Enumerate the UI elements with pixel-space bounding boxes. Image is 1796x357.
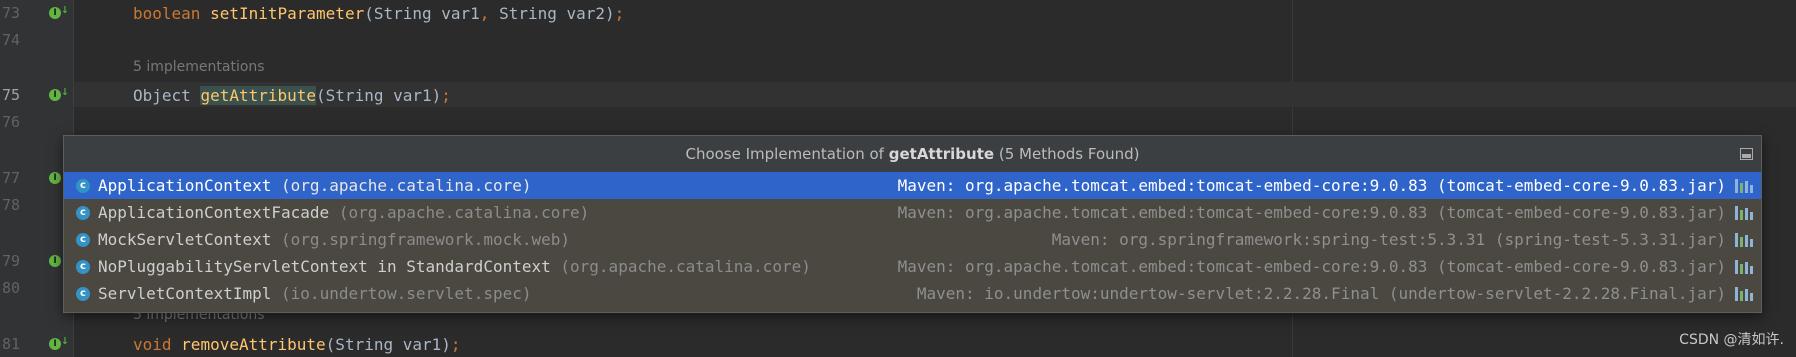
class-icon: c	[76, 260, 90, 274]
class-name: NoPluggabilityServletContext in Standard…	[98, 253, 811, 280]
line-number: 81	[1, 335, 20, 353]
package-label: (org.springframework.mock.web)	[281, 230, 571, 249]
class-name: ApplicationContext (org.apache.catalina.…	[98, 172, 531, 199]
package-label: (org.apache.catalina.core)	[338, 203, 590, 222]
class-label: MockServletContext	[98, 230, 272, 249]
class-label: ApplicationContextFacade	[98, 203, 330, 222]
implementation-row[interactable]: c NoPluggabilityServletContext in Standa…	[64, 253, 1761, 280]
class-label: ServletContextImpl	[98, 284, 272, 303]
library-icon	[1735, 206, 1753, 220]
popup-header: Choose Implementation of getAttribute (5…	[64, 136, 1761, 172]
class-icon: c	[76, 179, 90, 193]
line-number: 80	[1, 279, 20, 297]
class-name: MockServletContext (org.springframework.…	[98, 226, 570, 253]
library-location: Maven: org.apache.tomcat.embed:tomcat-em…	[897, 176, 1726, 195]
class-icon: c	[76, 233, 90, 247]
line-number: 76	[1, 113, 20, 131]
class-name: ServletContextImpl (io.undertow.servlet.…	[98, 280, 531, 307]
params: (String var1)	[325, 335, 451, 354]
go-to-implementation-arrow-icon[interactable]: ↓	[61, 84, 69, 99]
package-label: (org.apache.catalina.core)	[281, 176, 532, 195]
library-location: Maven: io.undertow:undertow-servlet:2.2.…	[916, 284, 1726, 303]
watermark: CSDN @清如许.	[1679, 332, 1784, 348]
implementation-row[interactable]: c MockServletContext (org.springframewor…	[64, 226, 1761, 253]
library-icon	[1735, 260, 1753, 274]
implementation-row[interactable]: c ServletContextImpl (io.undertow.servle…	[64, 280, 1761, 307]
code-line-73[interactable]: boolean setInitParameter(String var1, St…	[133, 4, 624, 23]
method-name: getAttribute	[200, 86, 317, 105]
library-icon	[1735, 233, 1753, 247]
library-icon	[1735, 179, 1753, 193]
line-number: 79	[1, 252, 20, 270]
comma: ,	[479, 4, 490, 23]
implementations-hint[interactable]: 5 implementations	[133, 59, 265, 75]
library-location: Maven: org.springframework:spring-test:5…	[1051, 230, 1726, 249]
implemented-method-icon[interactable]: I	[49, 255, 61, 267]
params: (String var1)	[316, 86, 442, 105]
library-location: Maven: org.apache.tomcat.embed:tomcat-em…	[897, 257, 1726, 276]
go-to-implementation-arrow-icon[interactable]: ↓	[61, 333, 69, 348]
choose-implementation-popup: Choose Implementation of getAttribute (5…	[63, 135, 1762, 313]
implementation-row[interactable]: c ApplicationContextFacade (org.apache.c…	[64, 199, 1761, 226]
implementation-row[interactable]: c ApplicationContext (org.apache.catalin…	[64, 172, 1761, 199]
library-location: Maven: org.apache.tomcat.embed:tomcat-em…	[897, 203, 1726, 222]
package-label: (io.undertow.servlet.spec)	[281, 284, 532, 303]
semicolon: ;	[441, 86, 451, 105]
keyword: boolean	[133, 4, 201, 23]
popup-title-count: (5 Methods Found)	[998, 145, 1140, 163]
class-name: ApplicationContextFacade (org.apache.cat…	[98, 199, 589, 226]
implemented-method-icon[interactable]: I	[49, 89, 61, 101]
line-number: 74	[1, 31, 20, 49]
implemented-method-icon[interactable]: I	[49, 7, 61, 19]
library-icon	[1735, 287, 1753, 301]
line-number: 77	[1, 169, 20, 187]
implemented-method-icon[interactable]: I	[49, 338, 61, 350]
package-label: (org.apache.catalina.core)	[560, 257, 811, 276]
implemented-method-icon[interactable]: I	[49, 172, 61, 184]
line-number: 78	[1, 196, 20, 214]
line-number: 73	[1, 4, 20, 22]
params: (String var1	[364, 4, 480, 23]
method-name: removeAttribute	[181, 335, 326, 354]
class-icon: c	[76, 287, 90, 301]
keyword: void	[133, 335, 172, 354]
semicolon: ;	[450, 335, 461, 354]
class-icon: c	[76, 206, 90, 220]
class-label: NoPluggabilityServletContext in Standard…	[98, 257, 551, 276]
pin-window-icon[interactable]	[1740, 148, 1753, 160]
code-line-75[interactable]: Object getAttribute(String var1);	[133, 86, 451, 105]
method-name: setInitParameter	[210, 4, 365, 23]
semicolon: ;	[614, 4, 625, 23]
return-type: Object	[133, 86, 191, 105]
popup-title-prefix: Choose Implementation of	[685, 145, 884, 163]
go-to-implementation-arrow-icon[interactable]: ↓	[61, 2, 69, 17]
popup-title-method: getAttribute	[888, 145, 995, 163]
params: String var2)	[489, 4, 615, 23]
line-number: 75	[1, 86, 20, 104]
code-line-81[interactable]: void removeAttribute(String var1);	[133, 335, 461, 354]
class-label: ApplicationContext	[98, 176, 272, 195]
